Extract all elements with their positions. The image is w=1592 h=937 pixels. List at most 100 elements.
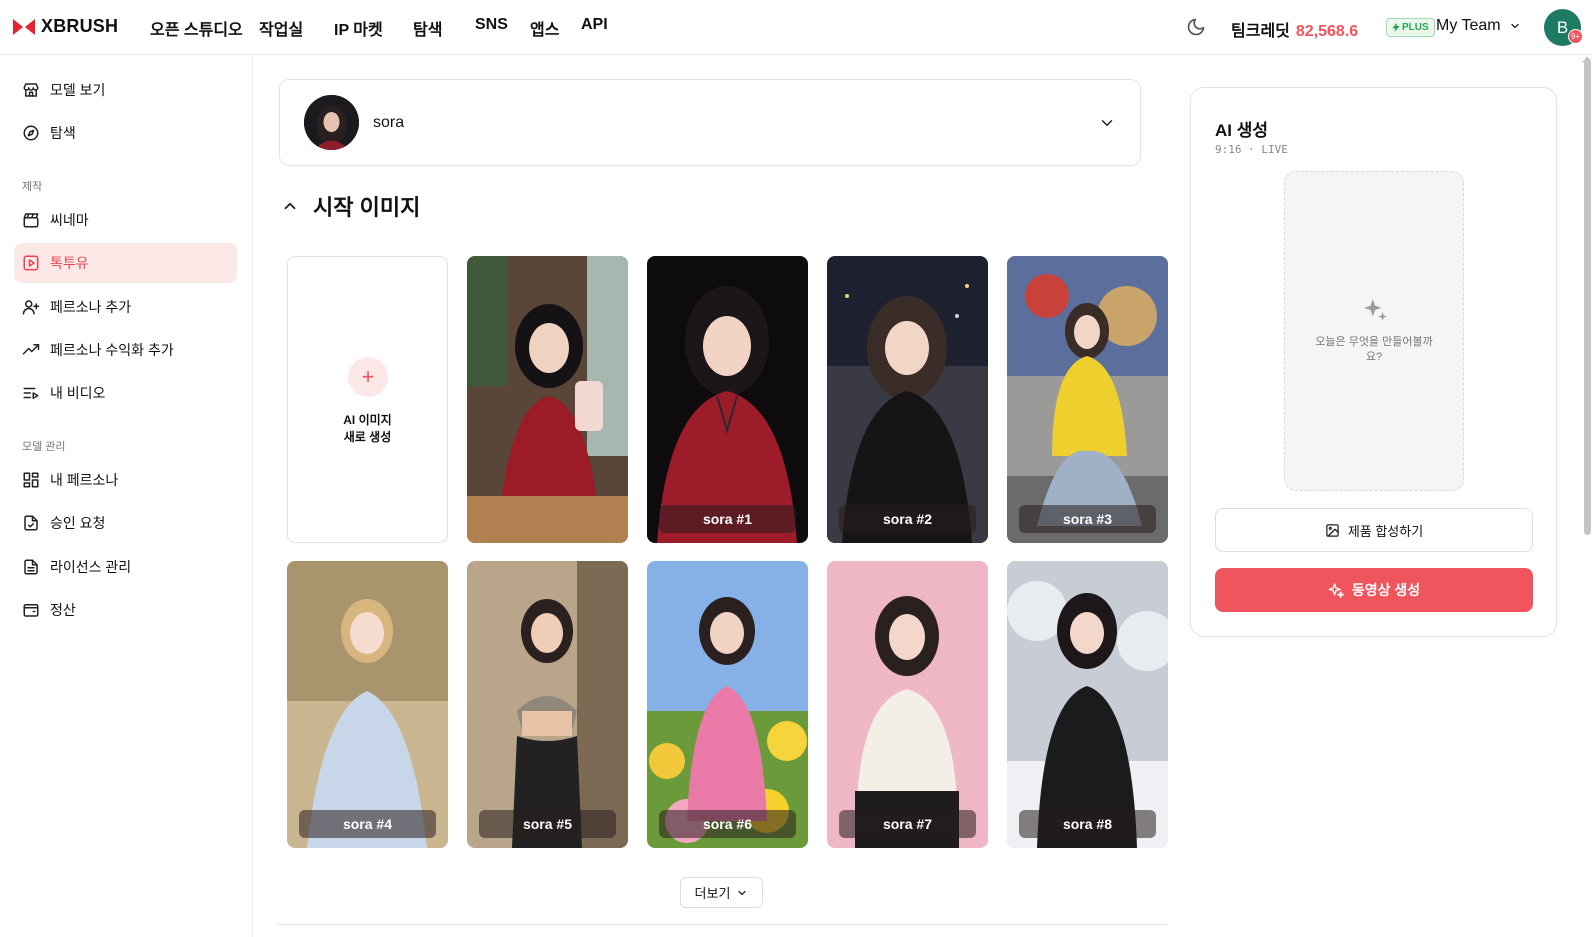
xbrush-logo-icon [13, 18, 35, 35]
sidebar-item-label: 승인 요청 [50, 515, 106, 531]
card-label: sora #2 [839, 505, 976, 533]
persona-avatar [304, 95, 359, 150]
compose-label: 제품 합성하기 [1347, 523, 1424, 539]
sidebar: 모델 보기 탐색 제작 씨네마 톡투유 페르소나 추가 페르소나 수익화 추가 … [0, 55, 253, 937]
trending-up-icon [22, 344, 40, 355]
compass-icon [23, 125, 39, 141]
sidebar-item-explore[interactable]: 탐색 [14, 113, 237, 153]
sora-photo-1 [647, 256, 808, 543]
sidebar-section-manage: 모델 관리 [22, 441, 66, 453]
sora-photo-8 [1007, 561, 1168, 848]
start-image-card[interactable]: sora #7 [827, 561, 988, 848]
card-label: sora #8 [1019, 810, 1156, 838]
sidebar-section-create: 제작 [22, 181, 43, 193]
sparkles-icon [1328, 583, 1344, 598]
sora-photo-4 [287, 561, 448, 848]
grid-icon [23, 472, 39, 488]
chevron-down-icon [1510, 23, 1519, 29]
load-more-label: 더보기 [694, 886, 731, 901]
sidebar-item-models[interactable]: 모델 보기 [14, 70, 237, 110]
sora-photo-0 [467, 256, 628, 543]
list-video-icon [23, 387, 39, 399]
logo[interactable]: XBRUSH [13, 16, 118, 37]
sidebar-item-label: 내 비디오 [50, 385, 106, 401]
team-name: My Team [1436, 17, 1501, 34]
card-label: sora #3 [1019, 505, 1156, 533]
start-image-card[interactable]: sora #4 [287, 561, 448, 848]
notification-badge: 9+ [1568, 29, 1583, 44]
sidebar-item-label: 모델 보기 [50, 82, 106, 98]
user-avatar[interactable]: B 9+ [1544, 9, 1583, 46]
sidebar-item-label: 정산 [50, 602, 76, 618]
sidebar-item-my-personas[interactable]: 내 페르소나 [14, 460, 237, 500]
start-image-card[interactable]: sora #3 [1007, 256, 1168, 543]
clapperboard-icon [23, 213, 39, 228]
ai-panel-subtitle: 9:16 · LIVE [1215, 143, 1288, 156]
persona-selector[interactable]: sora [279, 79, 1141, 166]
sidebar-item-settlement[interactable]: 정산 [14, 590, 237, 630]
sora-photo-2 [827, 256, 988, 543]
persona-photo [304, 95, 359, 150]
nav-explore[interactable]: 탐색 [413, 16, 442, 40]
chevron-up-icon [284, 202, 296, 210]
sidebar-item-talk-to-you[interactable]: 톡투유 [14, 243, 237, 283]
card-label: sora #4 [299, 810, 436, 838]
logo-text: XBRUSH [41, 16, 119, 36]
section-title: 시작 이미지 [313, 195, 421, 220]
start-image-card[interactable]: sora #8 [1007, 561, 1168, 848]
page-scrollbar[interactable] [1584, 58, 1591, 535]
sidebar-item-approval-requests[interactable]: 승인 요청 [14, 503, 237, 543]
moon-icon[interactable] [1186, 17, 1206, 37]
product-compose-button[interactable]: 제품 합성하기 [1215, 508, 1533, 552]
sora-photo-7 [827, 561, 988, 848]
file-text-icon [24, 559, 38, 575]
card-label: sora #5 [479, 810, 616, 838]
start-images-header[interactable]: 시작 이미지 [281, 190, 420, 222]
user-plus-icon [22, 300, 40, 315]
sidebar-item-label: 톡투유 [50, 255, 89, 271]
card-label: sora #7 [839, 810, 976, 838]
sidebar-item-label: 씨네마 [50, 212, 89, 228]
sidebar-item-cinema[interactable]: 씨네마 [14, 200, 237, 240]
start-image-card[interactable]: sora #2 [827, 256, 988, 543]
ai-panel-title: AI 생성 [1215, 121, 1269, 140]
plus-icon: + [348, 357, 388, 397]
sidebar-item-license[interactable]: 라이선스 관리 [14, 547, 237, 587]
storefront-icon [23, 83, 39, 97]
sidebar-item-label: 내 페르소나 [50, 472, 119, 488]
sora-photo-6 [647, 561, 808, 848]
sidebar-item-my-videos[interactable]: 내 비디오 [14, 373, 237, 413]
sidebar-item-add-persona[interactable]: 페르소나 추가 [14, 287, 237, 327]
ai-preview: 오늘은 무엇을 만들어볼까요? [1284, 171, 1464, 491]
start-image-card[interactable]: sora #6 [647, 561, 808, 848]
persona-name: sora [373, 113, 405, 131]
bolt-icon [1392, 23, 1400, 32]
nav-open-studio[interactable]: 오픈 스튜디오 [150, 16, 243, 40]
image-icon [1326, 523, 1339, 537]
chevron-down-icon [1101, 120, 1113, 126]
nav-sns[interactable]: SNS [475, 16, 508, 34]
nav-ip-market[interactable]: IP 마켓 [334, 16, 383, 40]
team-credit: 팀크레딧 82,568.6 [1231, 17, 1358, 41]
nav-workshop[interactable]: 작업실 [259, 16, 303, 40]
start-image-card[interactable] [467, 256, 628, 543]
sparkles-icon [1364, 299, 1387, 321]
new-card-text: AI 이미지 새로 생성 [343, 413, 392, 444]
load-more-button[interactable]: 더보기 [680, 877, 763, 908]
sidebar-item-label: 페르소나 추가 [50, 299, 132, 315]
top-bar: XBRUSH 오픈 스튜디오 작업실 IP 마켓 탐색 SNS 앱스 API 팀… [0, 0, 1592, 55]
generate-video-button[interactable]: 동영상 생성 [1215, 568, 1533, 612]
sidebar-item-persona-monetize[interactable]: 페르소나 수익화 추가 [14, 330, 237, 370]
avatar-initial: B [1556, 17, 1569, 37]
plan-badge: PLUS [1386, 18, 1435, 37]
card-label: sora #6 [659, 810, 796, 838]
credit-amount: 82,568.6 [1295, 23, 1359, 40]
sidebar-item-label: 라이선스 관리 [50, 559, 132, 575]
team-switcher[interactable]: My Team [1436, 17, 1521, 35]
start-image-card[interactable]: sora #5 [467, 561, 628, 848]
nav-apps[interactable]: 앱스 [530, 16, 559, 40]
nav-api[interactable]: API [581, 16, 608, 34]
new-ai-image-card[interactable]: + AI 이미지 새로 생성 [287, 256, 448, 543]
sora-photo-3 [1007, 256, 1168, 543]
start-image-card[interactable]: sora #1 [647, 256, 808, 543]
